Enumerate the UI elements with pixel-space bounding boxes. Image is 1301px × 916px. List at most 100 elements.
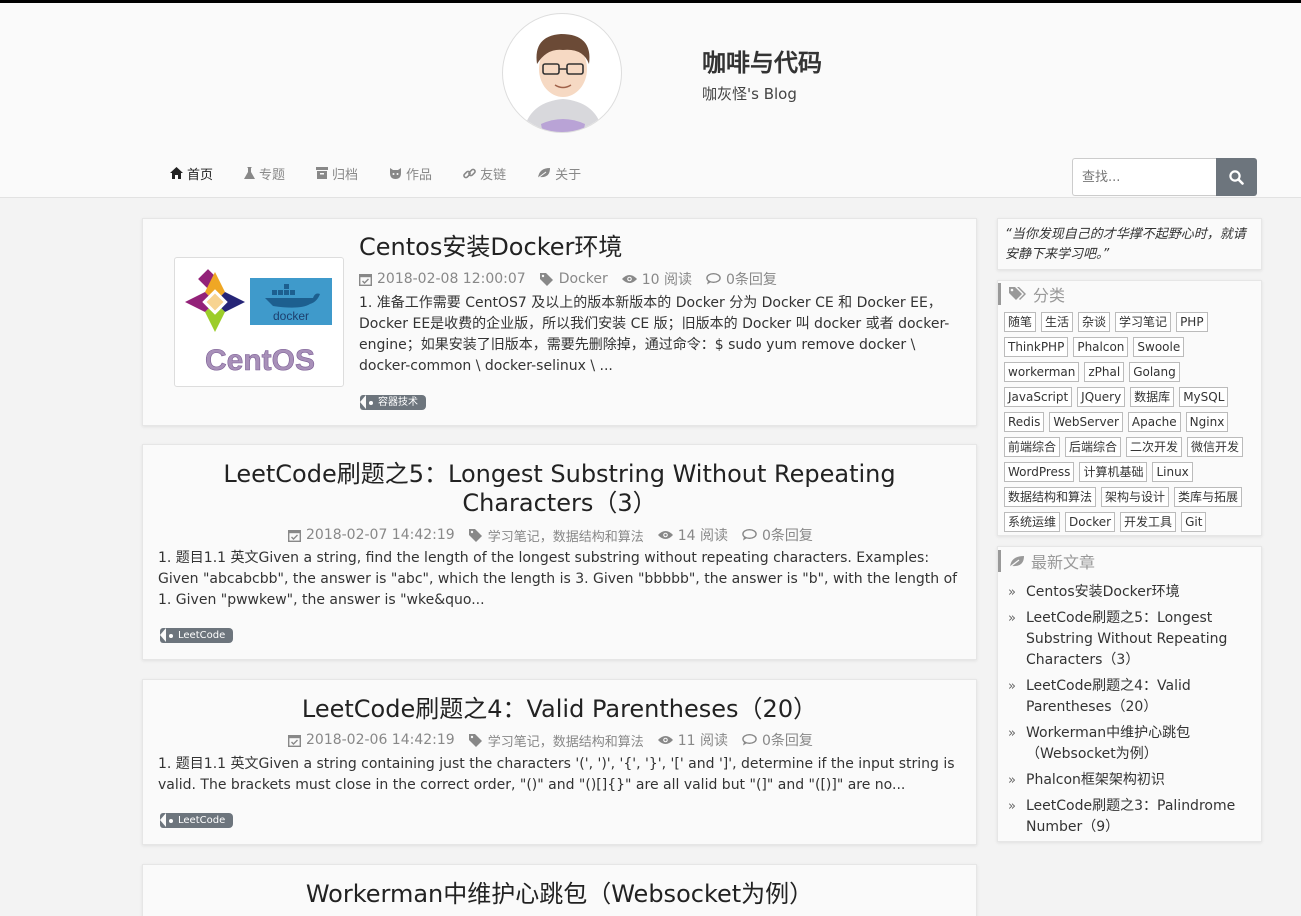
category-tag[interactable]: 系统运维 <box>1004 512 1061 532</box>
nav-item-links[interactable]: 友链 <box>463 163 506 183</box>
category-tag[interactable]: Nginx <box>1185 412 1229 432</box>
category-tag[interactable]: Swoole <box>1133 337 1185 357</box>
home-icon <box>170 167 183 179</box>
post-tag[interactable]: LeetCode <box>160 628 234 643</box>
category-tag[interactable]: ThinkPHP <box>1004 337 1069 357</box>
post-comments[interactable]: 0条回复 <box>762 525 813 545</box>
post-tag[interactable]: LeetCode <box>160 813 234 828</box>
search-button[interactable] <box>1216 158 1257 196</box>
leaf-icon <box>1009 555 1024 567</box>
category-tag[interactable]: Apache <box>1127 412 1181 432</box>
double-chevron-icon: » <box>1008 611 1016 626</box>
post-title[interactable]: LeetCode刷题之5：Longest Substring Without R… <box>143 460 976 518</box>
recent-post-item[interactable]: » Centos安装Docker环境 <box>1008 582 1253 603</box>
link-icon <box>463 168 476 178</box>
post-title[interactable]: Centos安装Docker环境 <box>359 233 622 262</box>
post-card: docker CentOS Centos安装Docker环境 2018-02-0… <box>142 218 977 426</box>
recent-post-item[interactable]: » LeetCode刷题之4：Valid Parentheses（20） <box>1008 676 1253 718</box>
category-tag[interactable]: 二次开发 <box>1126 437 1183 457</box>
recent-post-link[interactable]: Centos安装Docker环境 <box>1026 582 1180 603</box>
post-meta: 2018-02-06 14:42:19 学习笔记，数据结构和算法 11 阅读 0… <box>288 730 827 750</box>
post-card: LeetCode刷题之5：Longest Substring Without R… <box>142 444 977 660</box>
recent-post-link[interactable]: Phalcon框架架构初识 <box>1026 770 1165 791</box>
post-card: LeetCode刷题之4：Valid Parentheses（20） 2018-… <box>142 679 977 845</box>
nav-item-works[interactable]: 作品 <box>389 163 432 183</box>
category-tag[interactable]: 数据结构和算法 <box>1004 487 1097 507</box>
category-tag[interactable]: WebServer <box>1049 412 1123 432</box>
nav-item-home[interactable]: 首页 <box>170 163 213 183</box>
recent-post-item[interactable]: » Workerman中维护心跳包（Websocket为例） <box>1008 723 1253 765</box>
post-category[interactable]: Docker <box>559 271 608 287</box>
category-tag[interactable]: JavaScript <box>1004 387 1073 407</box>
category-tag[interactable]: 随笔 <box>1004 312 1037 332</box>
archive-icon <box>316 167 329 179</box>
post-date: 2018-02-07 14:42:19 <box>306 527 455 543</box>
post-tag[interactable]: 容器技术 <box>360 395 426 410</box>
post-thumbnail[interactable]: docker CentOS <box>174 257 344 387</box>
category-tag[interactable]: 学习笔记 <box>1115 312 1172 332</box>
category-tag[interactable]: WordPress <box>1004 462 1075 482</box>
category-tag[interactable]: Linux <box>1152 462 1193 482</box>
avatar[interactable] <box>502 13 622 133</box>
site-subtitle: 咖灰怪's Blog <box>702 85 797 103</box>
category-tag[interactable]: 后端综合 <box>1065 437 1122 457</box>
calendar-icon <box>288 734 301 747</box>
category-tag[interactable]: Phalcon <box>1073 337 1129 357</box>
tag-icon <box>539 272 553 286</box>
recent-post-item[interactable]: » Phalcon框架架构初识 <box>1008 770 1253 791</box>
category-tag[interactable]: 杂谈 <box>1078 312 1111 332</box>
category-tag[interactable]: JQuery <box>1077 387 1126 407</box>
category-tag[interactable]: Golang <box>1129 362 1180 382</box>
post-title[interactable]: LeetCode刷题之4：Valid Parentheses（20） <box>143 695 976 724</box>
category-tag[interactable]: PHP <box>1176 312 1208 332</box>
nav-item-about[interactable]: 关于 <box>537 163 581 183</box>
post-date: 2018-02-06 14:42:19 <box>306 732 455 748</box>
nav-item-label: 首页 <box>187 167 214 183</box>
search-icon <box>1229 169 1244 185</box>
category-tag[interactable]: MySQL <box>1179 387 1229 407</box>
tags-icon <box>1009 286 1026 300</box>
recent-post-link[interactable]: LeetCode刷题之4：Valid Parentheses（20） <box>1026 676 1253 718</box>
post-excerpt: 1. 题目1.1 英文Given a string containing jus… <box>158 756 955 793</box>
category-tag[interactable]: 架构与设计 <box>1101 487 1170 507</box>
category-tag[interactable]: 开发工具 <box>1120 512 1177 532</box>
post-card: Workerman中维护心跳包（Websocket为例） <box>142 864 977 916</box>
recent-post-link[interactable]: LeetCode刷题之3：Palindrome Number（9） <box>1026 796 1253 838</box>
post-meta: 2018-02-08 12:00:07 Docker 10 阅读 0条回复 <box>359 269 791 289</box>
category-tag[interactable]: Redis <box>1004 412 1045 432</box>
post-views: 10 阅读 <box>641 272 692 288</box>
sidebar-quote: “当你发现自己的才华撑不起野心时，就请安静下来学习吧。” <box>1005 227 1246 262</box>
category-tag[interactable]: 生活 <box>1041 312 1074 332</box>
recent-post-link[interactable]: Workerman中维护心跳包（Websocket为例） <box>1026 723 1253 765</box>
recent-posts-list: » Centos安装Docker环境 » LeetCode刷题之5：Longest S… <box>1008 582 1253 843</box>
category-tag[interactable]: zPhal <box>1084 362 1125 382</box>
category-tag[interactable]: 前端综合 <box>1004 437 1061 457</box>
post-category[interactable]: 学习笔记，数据结构和算法 <box>488 526 644 545</box>
comment-icon <box>706 273 721 285</box>
post-category[interactable]: 学习笔记，数据结构和算法 <box>488 731 644 750</box>
post-comments[interactable]: 0条回复 <box>762 730 813 750</box>
category-tag[interactable]: 类库与拓展 <box>1174 487 1243 507</box>
category-tag[interactable]: 数据库 <box>1130 387 1175 407</box>
site-title[interactable]: 咖啡与代码 <box>702 43 822 78</box>
category-tag[interactable]: 计算机基础 <box>1079 462 1148 482</box>
search-input[interactable] <box>1072 158 1216 196</box>
post-excerpt: 1. 题目1.1 英文Given a string, find the leng… <box>158 550 958 608</box>
post-comments[interactable]: 0条回复 <box>726 269 777 289</box>
category-tag[interactable]: Docker <box>1065 512 1116 532</box>
nav-item-topics[interactable]: 专题 <box>244 163 285 183</box>
github-icon <box>390 168 402 179</box>
category-tag[interactable]: Git <box>1181 512 1207 532</box>
nav-item-archive[interactable]: 归档 <box>316 163 358 183</box>
tag-icon <box>468 528 482 542</box>
eye-icon <box>657 736 673 744</box>
post-title[interactable]: Workerman中维护心跳包（Websocket为例） <box>143 880 976 909</box>
main-nav: 首页 专题 归档 作品 友链 关于 <box>170 163 612 183</box>
recent-post-link[interactable]: LeetCode刷题之5：Longest Substring Without R… <box>1026 608 1253 671</box>
nav-item-label: 归档 <box>332 167 359 183</box>
category-tag[interactable]: 微信开发 <box>1187 437 1244 457</box>
calendar-icon <box>288 529 301 542</box>
recent-post-item[interactable]: » LeetCode刷题之3：Palindrome Number（9） <box>1008 796 1253 838</box>
category-tag[interactable]: workerman <box>1004 362 1080 382</box>
recent-post-item[interactable]: » LeetCode刷题之5：Longest Substring Without … <box>1008 608 1253 671</box>
